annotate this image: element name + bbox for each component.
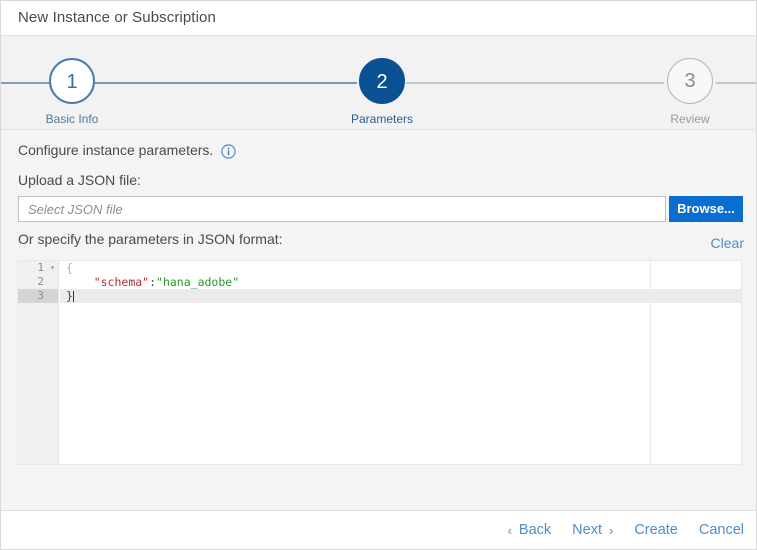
page-title: New Instance or Subscription (18, 9, 216, 26)
code-token: { (66, 261, 73, 275)
footer-actions: ‹ Back Next › Create Cancel (508, 511, 744, 549)
chevron-left-icon: ‹ (507, 522, 512, 538)
editor-gutter: 1 ▾ 2 3 (18, 261, 59, 464)
browse-button[interactable]: Browse... (669, 196, 743, 222)
wizard-step-3-number: 3 (667, 58, 713, 104)
fold-arrow-icon[interactable]: ▾ (50, 261, 55, 275)
json-file-input[interactable] (18, 196, 666, 222)
code-token: "schema" (93, 275, 150, 289)
wizard-step-parameters[interactable]: 2 Parameters (332, 58, 432, 126)
wizard-stepbar: 1 Basic Info 2 Parameters 3 Review (1, 36, 756, 130)
wizard-step-review[interactable]: 3 Review (640, 58, 740, 126)
upload-json-label: Upload a JSON file: (18, 172, 141, 188)
wizard-step-2-label: Parameters (350, 112, 414, 126)
info-icon[interactable] (221, 143, 236, 159)
editor-code-line: "schema":"hana_adobe" (60, 275, 741, 289)
next-button-label: Next (572, 522, 602, 538)
editor-line-number: 2 (37, 275, 44, 288)
clear-link[interactable]: Clear (711, 235, 744, 251)
editor-code-area[interactable]: { "schema":"hana_adobe"} (60, 261, 741, 464)
wizard-step-basic-info[interactable]: 1 Basic Info (22, 58, 122, 126)
step-connector-1-2 (93, 82, 357, 84)
new-instance-dialog: New Instance or Subscription 1 Basic Inf… (0, 0, 757, 550)
editor-line-number: 1 ▾ (37, 261, 55, 275)
configure-parameters-row: Configure instance parameters. (18, 142, 236, 159)
chevron-right-icon: › (608, 522, 614, 538)
cancel-button[interactable]: Cancel (699, 522, 744, 538)
dialog-footer: ‹ Back Next › Create Cancel (1, 510, 756, 549)
wizard-step-1-label: Basic Info (45, 112, 99, 126)
dialog-content: Configure instance parameters. Upload a … (1, 130, 756, 512)
code-token: } (66, 289, 73, 303)
wizard-step-2-number: 2 (359, 58, 405, 104)
back-button-label: Back (518, 522, 552, 538)
editor-code-line: { (60, 261, 741, 275)
back-button[interactable]: ‹ Back (508, 522, 552, 538)
editor-lines: { "schema":"hana_adobe"} (60, 261, 741, 303)
wizard-step-1-number: 1 (49, 58, 95, 104)
code-token: : (149, 275, 157, 289)
editor-line-number: 3 (18, 289, 58, 303)
configure-parameters-text: Configure instance parameters. (18, 142, 214, 158)
next-button[interactable]: Next › (572, 522, 613, 538)
wizard-step-3-label: Review (670, 112, 710, 126)
step-connector-2-3 (406, 82, 664, 84)
wizard-steps: 1 Basic Info 2 Parameters 3 Review (1, 36, 756, 130)
text-caret (72, 291, 74, 302)
editor-code-line: } (60, 289, 741, 303)
code-token: "hana_adobe" (156, 275, 240, 289)
or-specify-json-label: Or specify the parameters in JSON format… (18, 231, 283, 247)
json-code-editor[interactable]: 1 ▾ 2 3 { "schema":"hana_adobe"} (17, 260, 742, 465)
create-button[interactable]: Create (634, 522, 678, 538)
dialog-titlebar: New Instance or Subscription (1, 1, 756, 36)
